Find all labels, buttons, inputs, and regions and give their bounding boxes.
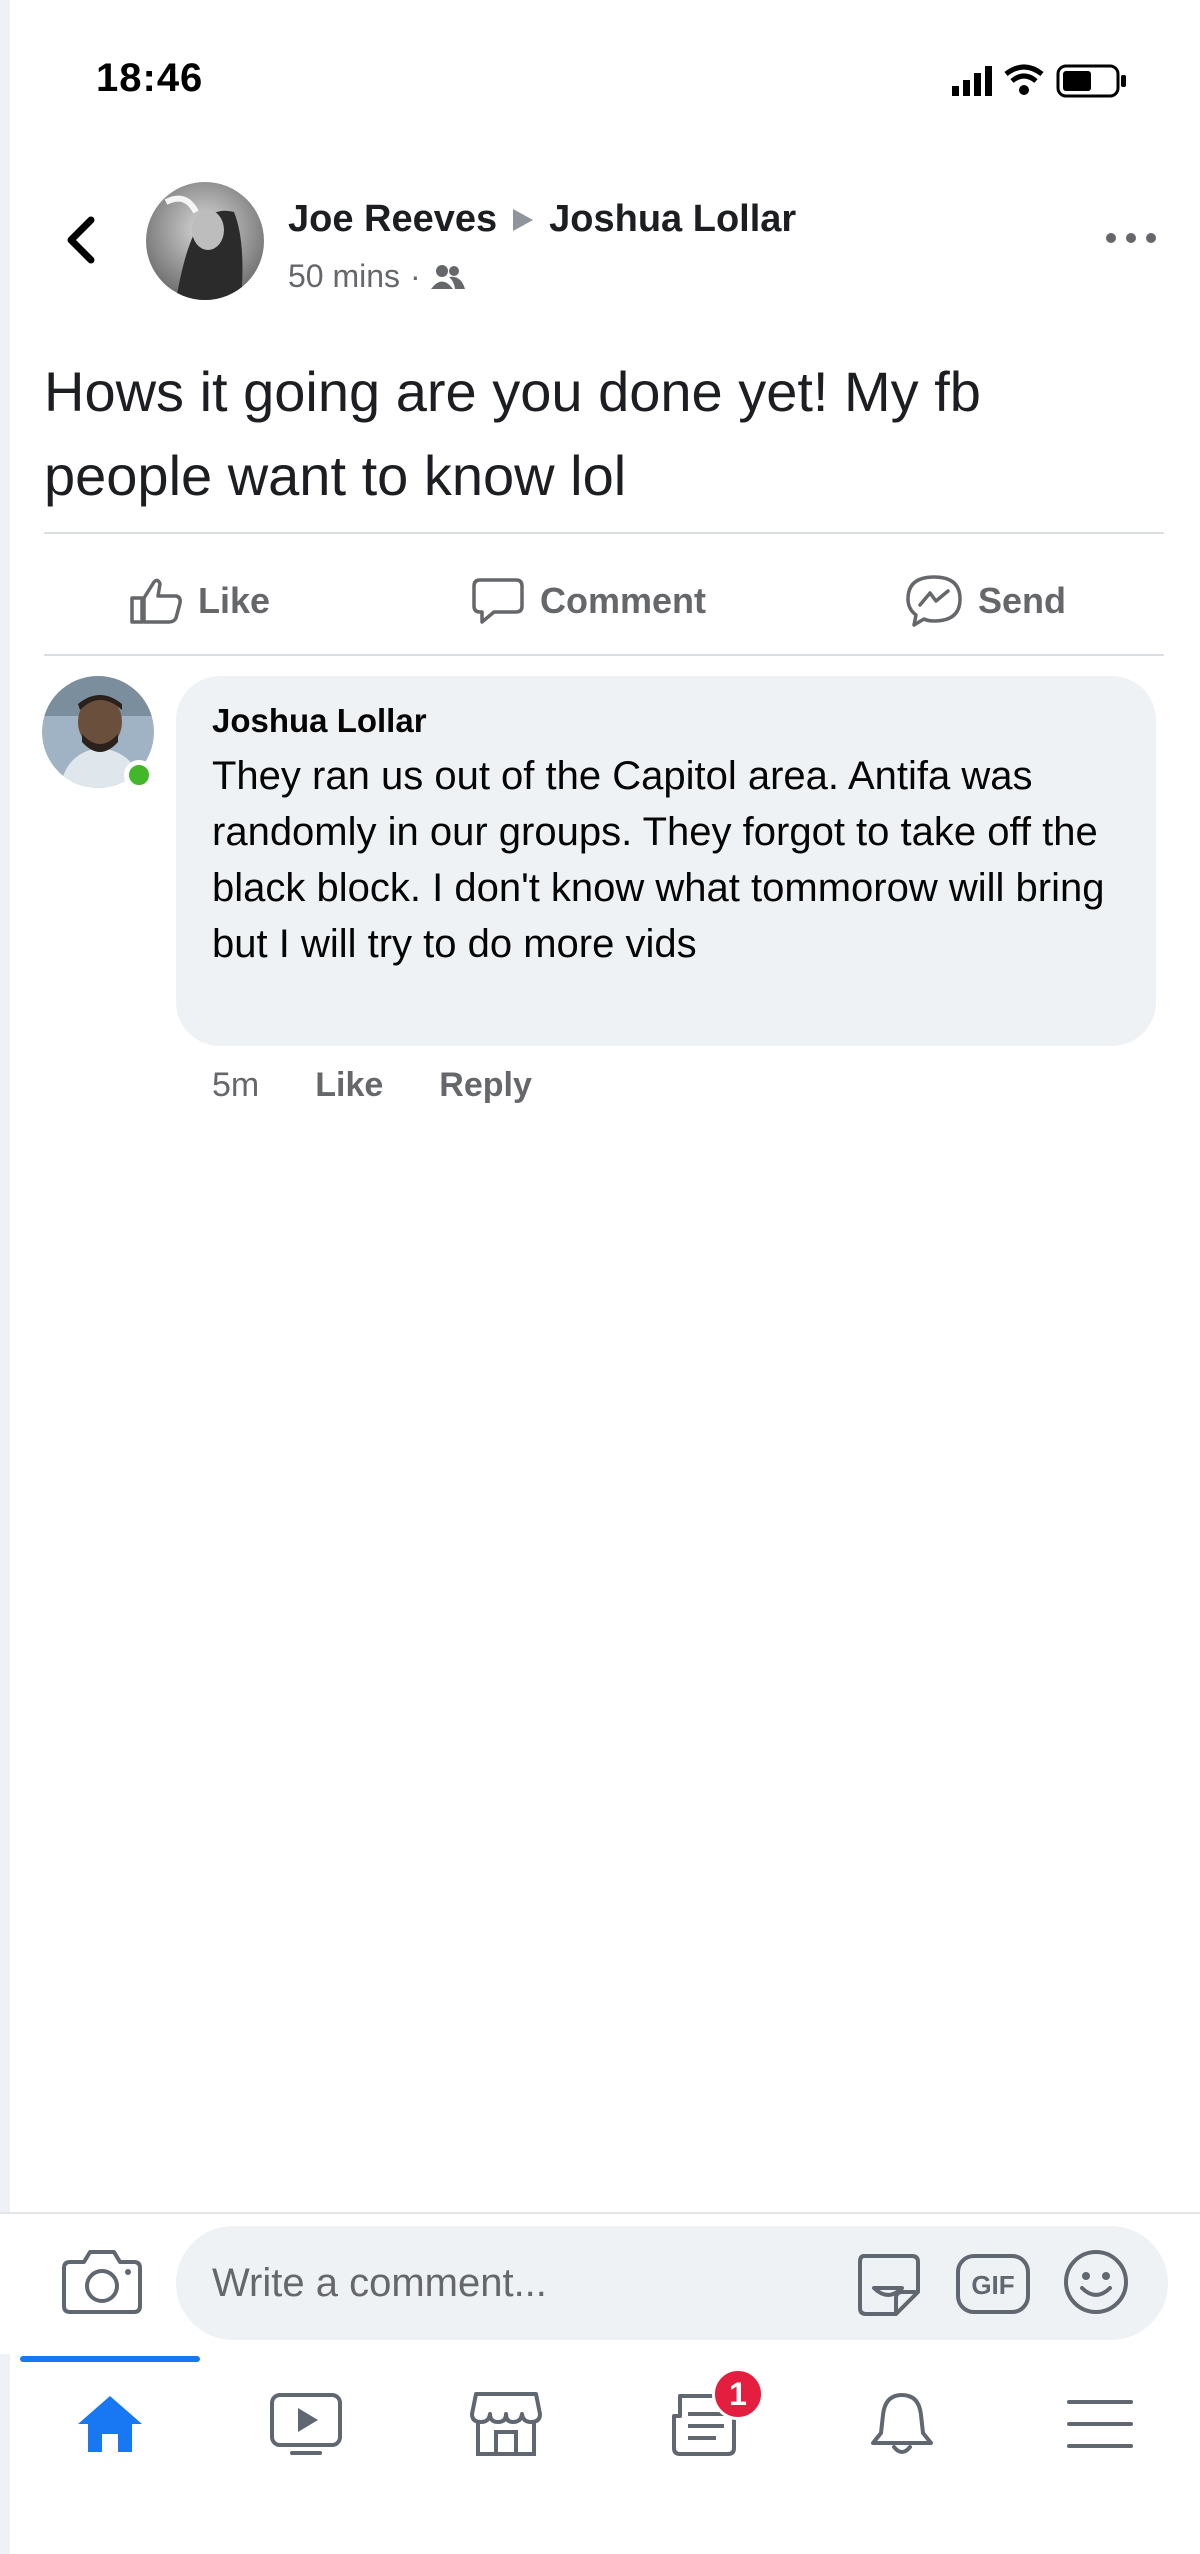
camera-icon <box>62 2250 142 2314</box>
back-icon <box>67 216 95 264</box>
status-time: 18:46 <box>96 56 204 100</box>
gif-button[interactable]: GIF <box>954 2250 1032 2318</box>
online-status-dot <box>124 760 154 790</box>
author-name[interactable]: Joe Reeves <box>288 198 497 241</box>
left-edge <box>0 0 10 2554</box>
comment-icon <box>472 578 524 624</box>
comment-button[interactable]: Comment <box>470 566 706 636</box>
nav-watch[interactable] <box>256 2374 356 2474</box>
recipient-name[interactable]: Joshua Lollar <box>549 198 796 241</box>
post-text: Hows it going are you done yet! My fb pe… <box>44 360 981 507</box>
commenter-name[interactable]: Joshua Lollar <box>212 702 427 740</box>
post-header-names: Joe Reeves Joshua Lollar <box>288 198 796 241</box>
svg-text:GIF: GIF <box>971 2270 1014 2300</box>
nav-home[interactable] <box>60 2374 160 2474</box>
comment-text: They ran us out of the Capitol area. Ant… <box>212 754 1105 966</box>
send-label: Send <box>978 580 1067 621</box>
status-icons <box>944 58 1144 102</box>
camera-button[interactable] <box>60 2244 144 2318</box>
like-label: Like <box>198 580 271 621</box>
more-icon <box>1106 233 1156 243</box>
meta-separator: · <box>410 258 421 294</box>
notification-badge: 1 <box>712 2368 764 2420</box>
nav-active-indicator <box>20 2356 200 2362</box>
friends-icon <box>430 264 465 289</box>
emoji-icon <box>1064 2250 1128 2314</box>
messenger-icon <box>906 575 962 627</box>
like-icon <box>130 578 182 624</box>
comment-reply-button[interactable]: Reply <box>439 1066 532 1105</box>
signal-wifi-battery-icon <box>952 64 1126 98</box>
emoji-button[interactable] <box>1060 2246 1132 2318</box>
bell-icon <box>871 2393 933 2454</box>
sticker-button[interactable] <box>852 2248 924 2320</box>
nav-marketplace[interactable] <box>456 2374 556 2474</box>
like-button[interactable]: Like <box>128 566 270 636</box>
divider-top <box>44 532 1164 534</box>
back-button[interactable] <box>50 200 110 280</box>
divider-bottom <box>44 654 1164 656</box>
comment-like-button[interactable]: Like <box>315 1066 383 1105</box>
comment-label: Comment <box>540 580 707 621</box>
post-meta: 50 mins · <box>288 258 465 295</box>
home-icon <box>78 2396 142 2452</box>
more-options-button[interactable] <box>1096 216 1166 260</box>
post-screen: 18:46 Joe Reeves Joshua Lollar 50 mins ·… <box>0 0 1200 2554</box>
author-avatar[interactable] <box>146 182 264 300</box>
send-button[interactable]: Send <box>904 566 1066 636</box>
post-time[interactable]: 50 mins <box>288 258 400 295</box>
menu-icon <box>1067 2400 1133 2448</box>
marketplace-icon <box>470 2392 542 2456</box>
sticker-icon <box>858 2254 920 2316</box>
nav-menu[interactable] <box>1050 2374 1150 2474</box>
watch-icon <box>270 2393 342 2455</box>
gif-icon: GIF <box>956 2254 1030 2314</box>
comment-time: 5m <box>212 1066 260 1104</box>
arrow-right-icon <box>513 208 534 231</box>
nav-notifications[interactable] <box>852 2374 952 2474</box>
comment-meta: 5m Like Reply <box>212 1066 588 1105</box>
